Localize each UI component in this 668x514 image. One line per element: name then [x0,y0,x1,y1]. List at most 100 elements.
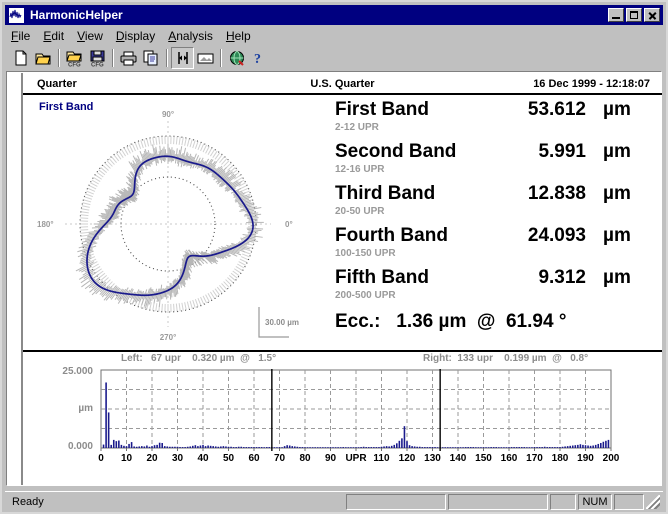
toolbar-separator [163,47,171,69]
x-tick-140: 140 [449,453,467,464]
menu-edit[interactable]: Edit [43,29,64,43]
band-upr-range: 200-500 UPR [335,290,396,301]
open-file-icon[interactable] [32,47,55,69]
status-message: Ready [12,495,44,508]
band-label: Fourth Band [335,225,448,246]
band-row-fifth: Fifth Band 200-500 UPR 9.312 µm [326,267,662,309]
status-num-indicator: NUM [578,493,612,510]
x-tick-110: 110 [373,453,390,464]
band-unit: µm [603,99,631,120]
polar-angle-0: 0° [285,220,293,229]
menu-view[interactable]: View [77,29,103,43]
toolbar-separator [109,47,117,69]
polar-angle-180: 180° [37,220,54,229]
y-axis-min-label: 0.000 [67,441,93,452]
report-document: Quarter U.S. Quarter 16 Dec 1999 - 12:18… [21,73,662,485]
polar-plot: First Band 90° 180° 0° 270° 30.00 µm [23,97,323,345]
band-unit: µm [603,267,631,288]
band-row-third: Third Band 20-50 UPR 12.838 µm [326,183,662,225]
x-tick-160: 160 [500,453,518,464]
document-client-area: Quarter U.S. Quarter 16 Dec 1999 - 12:18… [6,71,662,486]
menu-display[interactable]: Display [116,29,155,43]
band-values-panel: First Band 2-12 UPR 53.612 µm Second Ban… [326,99,662,345]
x-tick-150: 150 [475,453,492,464]
eccentricity-readout: Ecc.: 1.36 µm @ 61.94 ° [335,311,567,332]
toolbar-separator [217,47,225,69]
help-icon[interactable]: ? [248,47,271,69]
x-tick-30: 30 [171,453,184,464]
svg-text:CFG: CFG [68,62,81,67]
x-tick-130: 130 [424,453,441,464]
menu-analysis[interactable]: Analysis [168,29,213,43]
toolbar: CFG CFG ? [5,46,663,70]
harmonic-spectrum-chart: Left: 67 upr 0.320 µm @ 1.5° Right: 133 … [23,353,662,483]
menu-bar: File Edit View Display Analysis Help [5,27,663,45]
status-pane-5 [614,493,644,510]
window-title: HarmonicHelper [30,8,123,22]
header-timestamp: 16 Dec 1999 - 12:18:07 [533,78,650,90]
x-tick-20: 20 [146,453,158,464]
x-tick-10: 10 [120,453,133,464]
status-pane-2 [448,493,548,510]
minimize-button[interactable] [608,8,624,22]
maximize-button[interactable] [626,8,642,22]
band-upr-range: 20-50 UPR [335,206,385,217]
band-row-second: Second Band 12-16 UPR 5.991 µm [326,141,662,183]
svg-text:?: ? [254,52,261,66]
x-tick-120: 120 [398,453,416,464]
save-cfg-icon[interactable]: CFG [86,47,109,69]
band-unit: µm [603,183,631,204]
polar-angle-270: 270° [160,333,177,342]
resize-grip[interactable] [646,494,660,509]
band-upr-range: 12-16 UPR [335,164,385,175]
x-tick-0: 0 [98,453,104,464]
status-bar: Ready NUM [5,491,663,511]
x-tick-190: 190 [577,453,594,464]
band-label: Third Band [335,183,436,204]
band-value: 12.838 [527,183,586,204]
print-icon[interactable] [117,47,140,69]
copy-icon[interactable] [140,47,163,69]
x-tick-80: 80 [299,453,311,464]
band-label: Second Band [335,141,457,162]
application-window: HarmonicHelper File Edit View Display An… [0,0,668,514]
band-unit: µm [603,225,631,246]
band-label: First Band [335,99,429,120]
new-file-icon[interactable] [9,47,32,69]
close-button[interactable] [644,8,660,22]
band-value: 53.612 [527,99,586,120]
x-tick-50: 50 [222,453,235,464]
image-icon[interactable] [194,47,217,69]
title-bar: HarmonicHelper [5,5,663,25]
band-value: 5.991 [538,141,586,162]
menu-help[interactable]: Help [226,29,251,43]
band-upr-range: 100-150 UPR [335,248,396,259]
open-cfg-icon[interactable]: CFG [63,47,86,69]
menu-file[interactable]: File [11,29,30,43]
status-pane-1 [346,493,446,510]
band-row-fourth: Fourth Band 100-150 UPR 24.093 µm [326,225,662,267]
y-axis-max-label: 25.000 [62,366,93,377]
x-tick-90: 90 [324,453,337,464]
cursors-icon[interactable] [171,47,194,69]
x-tick-60: 60 [248,453,260,464]
status-pane-3 [550,493,576,510]
band-unit: µm [603,141,631,162]
globe-icon[interactable] [225,47,248,69]
band-upr-range: 2-12 UPR [335,122,379,133]
toolbar-separator [55,47,63,69]
x-tick-40: 40 [197,453,209,464]
section-divider [23,350,662,352]
band-label: Fifth Band [335,267,429,288]
right-cursor-readout: Right: 133 upr 0.199 µm @ 0.8° [423,353,589,364]
x-tick-200: 200 [602,453,620,464]
report-header: Quarter U.S. Quarter 16 Dec 1999 - 12:18… [23,75,662,95]
x-tick-180: 180 [551,453,569,464]
x-tick-170: 170 [526,453,543,464]
band-value: 24.093 [527,225,586,246]
app-icon [8,6,25,24]
polar-scale-label: 30.00 µm [265,318,299,327]
y-axis-unit-label: µm [78,403,93,414]
x-tick-70: 70 [273,453,286,464]
left-cursor-readout: Left: 67 upr 0.320 µm @ 1.5° [121,353,277,364]
